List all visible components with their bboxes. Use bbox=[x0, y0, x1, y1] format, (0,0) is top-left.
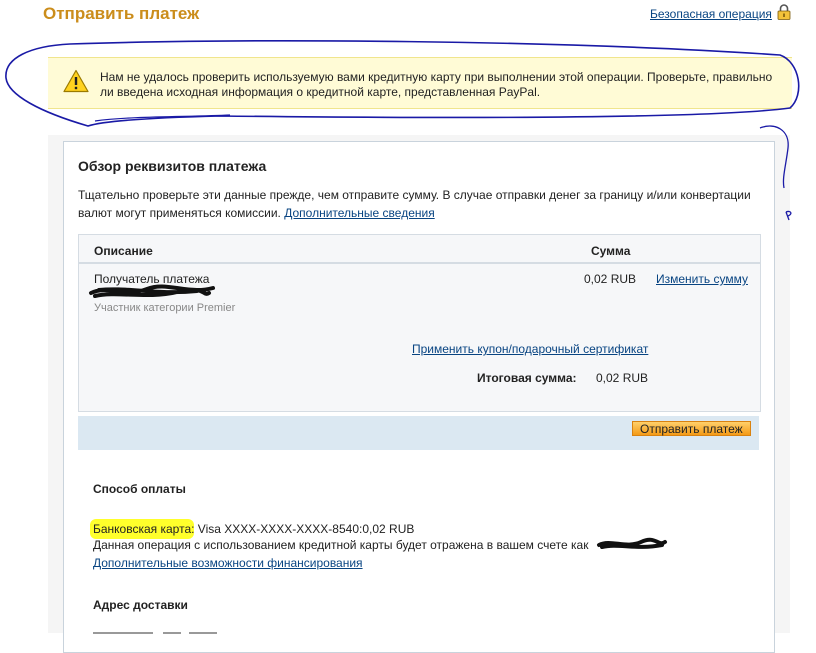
review-title: Обзор реквизитов платежа bbox=[78, 158, 267, 174]
column-amount: Сумма bbox=[591, 244, 631, 258]
total-value: 0,02 RUB bbox=[596, 371, 649, 385]
column-description: Описание bbox=[94, 244, 153, 258]
page-title: Отправить платеж bbox=[43, 4, 200, 23]
send-payment-button[interactable]: Отправить платеж bbox=[632, 421, 751, 436]
review-description: Тщательно проверьте эти данные прежде, ч… bbox=[78, 186, 762, 222]
redaction-scribble bbox=[597, 537, 667, 549]
lock-icon bbox=[777, 4, 791, 20]
cut-off-text-line bbox=[93, 632, 217, 634]
recipient-member-type: Участник категории Premier bbox=[94, 302, 236, 314]
statement-note: Данная операция с использованием кредитн… bbox=[93, 538, 589, 552]
verification-alert: Нам не удалось проверить используемую ва… bbox=[48, 57, 792, 109]
warning-icon bbox=[63, 69, 89, 93]
card-details: : Visa XXXX-XXXX-XXXX-8540:0,02 RUB bbox=[191, 522, 415, 536]
payment-method-line: Банковская карта: Visa XXXX-XXXX-XXXX-85… bbox=[93, 520, 414, 538]
payment-method-heading: Способ оплаты bbox=[93, 482, 186, 496]
funding-options-link[interactable]: Дополнительные возможности финансировани… bbox=[93, 556, 363, 570]
action-bar: Отправить платеж bbox=[78, 416, 759, 450]
shipping-address-heading: Адрес доставки bbox=[93, 598, 188, 612]
payment-review-panel: Обзор реквизитов платежа Тщательно прове… bbox=[63, 141, 775, 653]
redaction-scribble bbox=[89, 284, 215, 298]
alert-message: Нам не удалось проверить используемую ва… bbox=[100, 70, 773, 99]
summary-header: Описание Сумма bbox=[79, 235, 760, 264]
change-amount-link[interactable]: Изменить сумму bbox=[656, 272, 748, 286]
more-info-link[interactable]: Дополнительные сведения bbox=[284, 206, 434, 220]
item-amount: 0,02 RUB bbox=[584, 272, 637, 286]
total-label: Итоговая сумма: bbox=[477, 371, 577, 385]
payment-summary: Описание Сумма Получатель платежа Участн… bbox=[78, 234, 761, 412]
card-type: Банковская карта bbox=[93, 522, 192, 536]
apply-coupon-link[interactable]: Применить купон/подарочный сертификат bbox=[412, 342, 648, 356]
secure-transaction-link[interactable]: Безопасная операция bbox=[650, 7, 772, 21]
